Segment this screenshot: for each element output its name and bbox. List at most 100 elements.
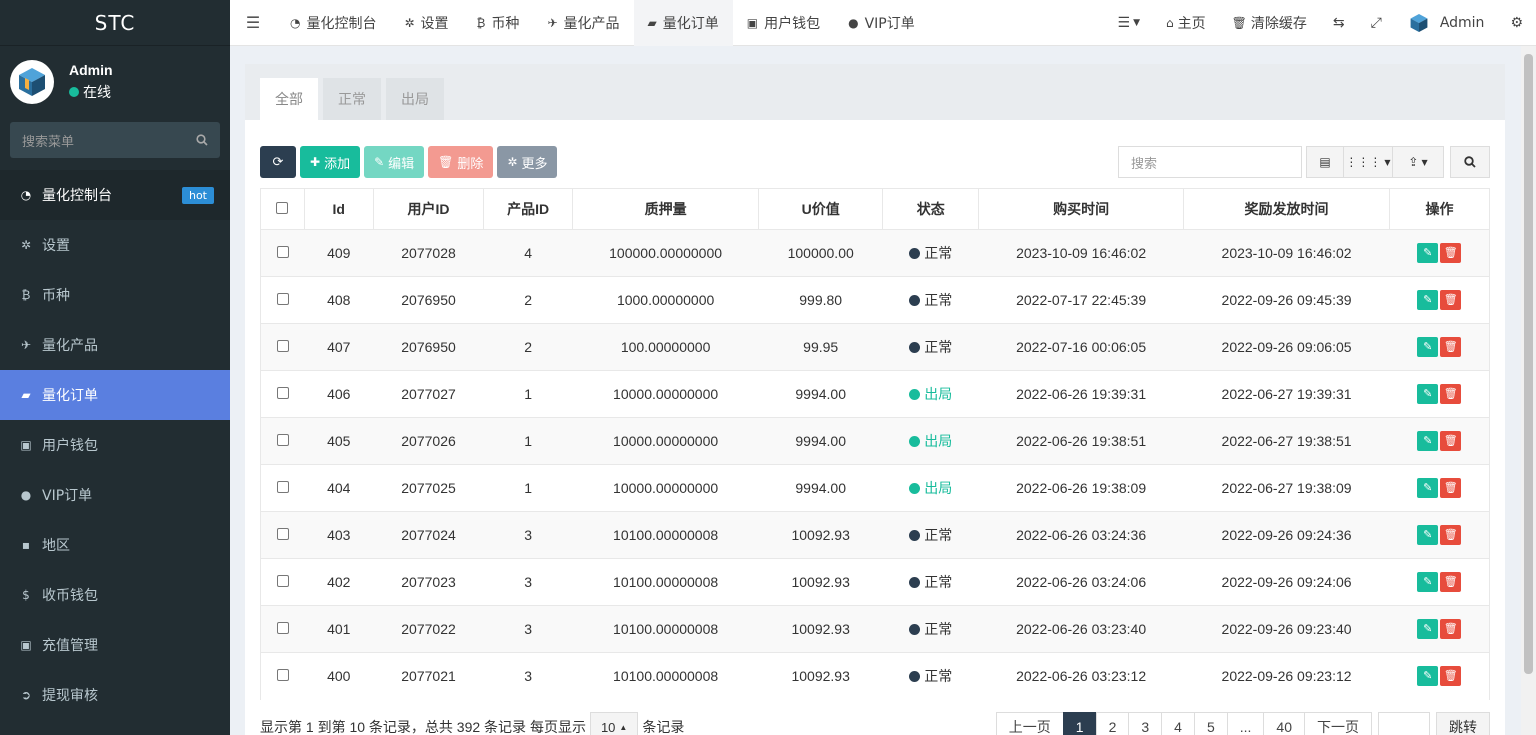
row-checkbox[interactable] <box>276 246 289 258</box>
tab-products[interactable]: ✈ 量化产品 <box>533 0 633 46</box>
col-quantity[interactable]: 质押量 <box>572 188 760 230</box>
settings-gears-button[interactable]: ⚙ <box>1497 0 1536 46</box>
jump-page-input[interactable] <box>1378 712 1430 735</box>
row-checkbox[interactable] <box>276 575 289 587</box>
page-2[interactable]: 2 <box>1095 712 1130 735</box>
row-edit-button[interactable]: ✎ <box>1417 478 1439 498</box>
row-delete-button[interactable]: 🗑 <box>1440 243 1462 263</box>
row-edit-button[interactable]: ✎ <box>1417 619 1439 639</box>
tab-orders[interactable]: ▰ 量化订单 <box>633 0 733 46</box>
row-delete-button[interactable]: 🗑 <box>1440 478 1462 498</box>
page-40[interactable]: 40 <box>1263 712 1305 735</box>
search-icon[interactable] <box>196 134 208 146</box>
scrollbar-thumb[interactable] <box>1524 54 1533 674</box>
tab-wallet[interactable]: ▣ 用户钱包 <box>733 0 834 46</box>
page-size-select[interactable]: 10 ▲ <box>589 712 639 735</box>
page-4[interactable]: 4 <box>1161 712 1195 735</box>
delete-button[interactable]: 🗑 删除 <box>428 146 494 178</box>
table-row[interactable]: 409 2077028 4 100000.00000000 100000.00 正常 202… <box>260 229 1491 277</box>
row-edit-button[interactable]: ✎ <box>1417 666 1439 687</box>
row-delete-button[interactable]: 🗑 <box>1440 337 1462 357</box>
tab-all[interactable]: 全部 <box>260 78 318 120</box>
tab-settings[interactable]: ✲ 设置 <box>390 0 462 46</box>
row-checkbox[interactable] <box>276 293 289 305</box>
col-u-value[interactable]: U价值 <box>758 188 884 230</box>
page-5[interactable]: 5 <box>1193 712 1228 735</box>
admin-user-menu[interactable]: Admin <box>1395 0 1498 46</box>
table-row[interactable]: 401 2077022 3 10100.00000008 10092.93 正常 2022-… <box>260 605 1491 653</box>
row-edit-button[interactable]: ✎ <box>1417 572 1439 592</box>
sidebar-item-recharge[interactable]: ▣ 充值管理 <box>0 620 230 670</box>
hamburger-menu-icon[interactable]: ☰ <box>230 13 276 32</box>
sidebar-item-vip-orders[interactable]: ● VIP订单 <box>0 470 230 520</box>
columns-button[interactable]: ⋮⋮⋮ ▼ <box>1343 146 1393 178</box>
sidebar-item-withdraw[interactable]: ➲ 提现审核 <box>0 670 230 720</box>
row-checkbox[interactable] <box>276 481 289 493</box>
row-delete-button[interactable]: 🗑 <box>1440 290 1462 310</box>
tab-normal[interactable]: 正常 <box>323 78 381 120</box>
table-row[interactable]: 407 2076950 2 100.00000000 99.95 正常 2022-07-16… <box>260 323 1491 371</box>
more-button[interactable]: ✲ 更多 <box>497 146 558 178</box>
toggle-view-button[interactable]: ▤ <box>1306 146 1344 178</box>
select-all-checkbox[interactable] <box>276 202 289 214</box>
row-checkbox[interactable] <box>276 387 289 399</box>
col-status[interactable]: 状态 <box>882 188 980 230</box>
next-page-button[interactable]: 下一页 <box>1304 712 1372 735</box>
sidebar-item-currency[interactable]: ₿ 币种 <box>0 270 230 320</box>
page-1[interactable]: 1 <box>1062 712 1097 735</box>
col-id[interactable]: Id <box>303 188 374 230</box>
sidebar-item-collect-wallet[interactable]: $ 收币钱包 <box>0 570 230 620</box>
search-button[interactable] <box>1450 146 1490 178</box>
fullscreen-button[interactable]: ⤢ <box>1358 0 1395 46</box>
sidebar-item-products[interactable]: ✈ 量化产品 <box>0 320 230 370</box>
row-edit-button[interactable]: ✎ <box>1417 243 1439 263</box>
table-row[interactable]: 402 2077023 3 10100.00000008 10092.93 正常 2022-… <box>260 558 1491 606</box>
col-buy-time[interactable]: 购买时间 <box>978 188 1185 230</box>
page-3[interactable]: 3 <box>1128 712 1163 735</box>
sidebar-item-orders[interactable]: ▰ 量化订单 <box>0 370 230 420</box>
col-reward-time[interactable]: 奖励发放时间 <box>1183 188 1390 230</box>
row-delete-button[interactable]: 🗑 <box>1440 666 1462 687</box>
row-edit-button[interactable]: ✎ <box>1417 431 1439 451</box>
export-button[interactable]: ⇪ ▼ <box>1392 146 1444 178</box>
sidebar-item-region[interactable]: ▪ 地区 <box>0 520 230 570</box>
row-checkbox[interactable] <box>276 434 289 446</box>
home-link[interactable]: ⌂ 主页 <box>1153 0 1219 46</box>
row-edit-button[interactable]: ✎ <box>1417 384 1439 404</box>
prev-page-button[interactable]: 上一页 <box>995 712 1064 735</box>
table-row[interactable]: 403 2077024 3 10100.00000008 10092.93 正常 2022-… <box>260 511 1491 559</box>
row-checkbox[interactable] <box>276 669 289 682</box>
row-edit-button[interactable]: ✎ <box>1417 290 1439 310</box>
table-search-input[interactable]: 搜索 <box>1118 146 1302 178</box>
col-product-id[interactable]: 产品ID <box>483 188 574 230</box>
brand-logo[interactable]: STC <box>0 0 230 46</box>
row-delete-button[interactable]: 🗑 <box>1440 431 1462 451</box>
edit-button[interactable]: ✎ 编辑 <box>364 146 425 178</box>
table-row[interactable]: 406 2077027 1 10000.00000000 9994.00 出局 2022-0… <box>260 370 1491 418</box>
row-edit-button[interactable]: ✎ <box>1417 525 1439 545</box>
sidebar-item-settings[interactable]: ✲ 设置 <box>0 220 230 270</box>
menu-search-input[interactable]: 搜索菜单 <box>10 122 220 158</box>
table-row[interactable]: 400 2077021 3 10100.00000008 10092.93 正常 2022-… <box>260 652 1491 700</box>
row-delete-button[interactable]: 🗑 <box>1440 384 1462 404</box>
table-row[interactable]: 404 2077025 1 10000.00000000 9994.00 出局 2022-0… <box>260 464 1491 512</box>
row-delete-button[interactable]: 🗑 <box>1440 619 1462 639</box>
row-checkbox[interactable] <box>276 528 289 540</box>
sidebar-item-wallet[interactable]: ▣ 用户钱包 <box>0 420 230 470</box>
row-edit-button[interactable]: ✎ <box>1417 337 1439 357</box>
refresh-button[interactable]: ⟳ <box>260 146 296 178</box>
col-user-id[interactable]: 用户ID <box>372 188 485 230</box>
page-scrollbar[interactable] <box>1521 46 1536 735</box>
table-row[interactable]: 408 2076950 2 1000.00000000 999.80 正常 2022-07-… <box>260 276 1491 324</box>
jump-button[interactable]: 跳转 <box>1436 712 1490 735</box>
sidebar-item-dashboard[interactable]: ◔ 量化控制台 hot <box>0 170 230 220</box>
translate-button[interactable]: ⇆ <box>1320 0 1358 46</box>
tab-currency[interactable]: ₿ 币种 <box>463 0 534 46</box>
row-checkbox[interactable] <box>276 340 289 352</box>
tab-out[interactable]: 出局 <box>386 78 444 120</box>
clear-cache-button[interactable]: 🗑 清除缓存 <box>1219 0 1320 46</box>
tab-vip-orders[interactable]: ● VIP订单 <box>834 0 929 46</box>
table-row[interactable]: 405 2077026 1 10000.00000000 9994.00 出局 2022-0… <box>260 417 1491 465</box>
list-dropdown-button[interactable]: ☰ ▼ <box>1105 0 1153 46</box>
row-delete-button[interactable]: 🗑 <box>1440 572 1462 592</box>
